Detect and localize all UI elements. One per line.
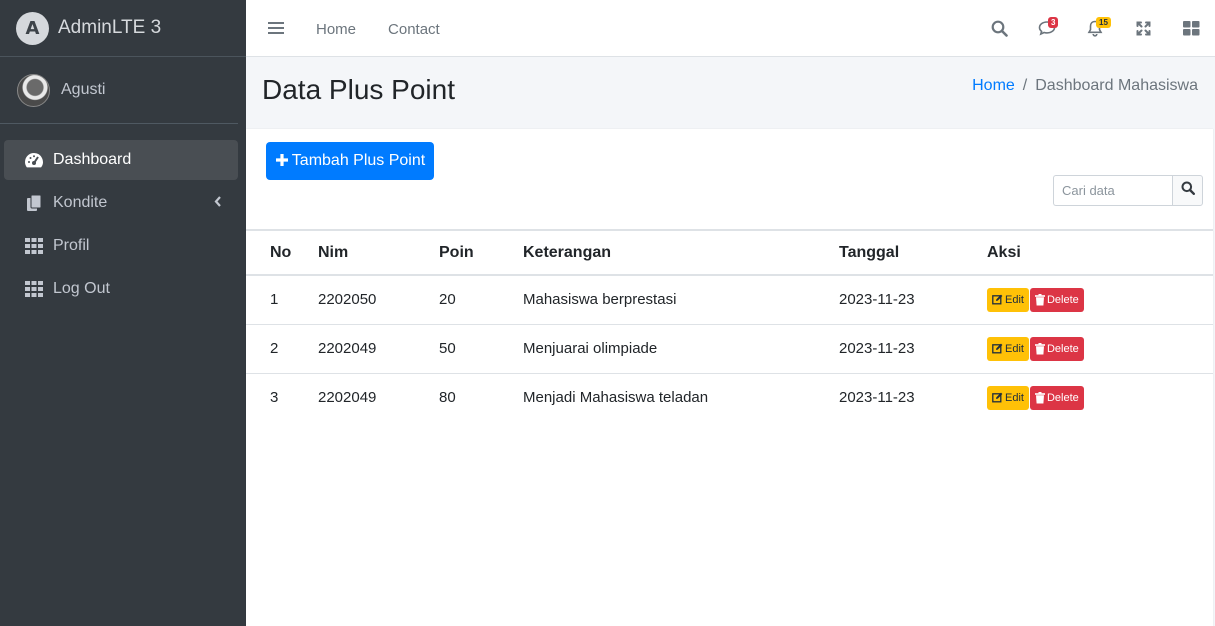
breadcrumb: Home / Dashboard Mahasiswa [972, 77, 1198, 95]
edit-button[interactable]: Edit [987, 287, 1029, 312]
breadcrumb-home-link[interactable]: Home [972, 77, 1015, 94]
add-button-label: Tambah Plus Point [291, 152, 426, 169]
cell-aksi: Edit Delete [987, 324, 1213, 373]
content-header: Data Plus Point Home / Dashboard Mahasiswa [246, 57, 1215, 129]
messages-icon[interactable]: 3 [1023, 0, 1071, 56]
search-icon[interactable] [975, 0, 1023, 56]
table-row: 1 2202050 20 Mahasiswa berprestasi 2023-… [246, 275, 1213, 324]
user-name: Agusti [61, 81, 106, 98]
edit-button[interactable]: Edit [987, 385, 1029, 410]
cell-tanggal: 2023-11-23 [839, 340, 915, 357]
sidebar-item-logout[interactable]: Log Out [4, 269, 238, 309]
brand-logo: A [16, 11, 49, 45]
notifications-badge: 15 [1096, 17, 1111, 28]
chevron-left-icon [214, 195, 222, 210]
tachometer-icon [24, 151, 44, 169]
cell-nim: 2202050 [318, 291, 377, 309]
delete-button[interactable]: Delete [1029, 287, 1084, 312]
page-title: Data Plus Point [262, 74, 455, 105]
cell-keterangan: Menjuarai olimpiade [523, 340, 658, 357]
trash-icon [1034, 342, 1045, 354]
brand-name: AdminLTE 3 [58, 17, 162, 38]
delete-label: Delete [1046, 293, 1079, 306]
column-header-nim: Nim [318, 243, 349, 261]
sidebar-item-profil[interactable]: Profil [4, 226, 238, 266]
trash-icon [1034, 391, 1045, 404]
cell-poin: 80 [439, 389, 456, 407]
sidebar-item-kondite[interactable]: Kondite [4, 183, 238, 223]
control-sidebar-icon[interactable] [1167, 0, 1215, 56]
brand-link[interactable]: A AdminLTE 3 [0, 0, 246, 57]
nav-link-contact[interactable]: Contact [388, 21, 440, 38]
edit-button[interactable]: Edit [987, 336, 1029, 361]
table-row: 3 2202049 80 Menjadi Mahasiswa teladan 2… [246, 373, 1213, 422]
sidebar-item-label: Log Out [53, 280, 110, 297]
breadcrumb-current: Dashboard Mahasiswa [1035, 77, 1198, 94]
data-card: Tambah Plus Point No Nim Poin Keterangan… [246, 129, 1213, 626]
top-navbar: Home Contact 3 15 [246, 0, 1215, 57]
search-icon [1181, 181, 1195, 200]
delete-label: Delete [1046, 342, 1079, 355]
navbar-right: 3 15 [975, 0, 1215, 56]
cell-keterangan: Mahasiswa berprestasi [523, 291, 677, 309]
cell-nim: 2202049 [318, 389, 377, 407]
sidebar-item-dashboard[interactable]: Dashboard [4, 140, 238, 180]
delete-label: Delete [1046, 391, 1079, 404]
edit-icon [992, 343, 1003, 354]
breadcrumb-separator: / [1022, 77, 1028, 94]
sidebar-item-label: Kondite [53, 194, 108, 211]
plus-icon [275, 151, 289, 171]
plus-point-table: No Nim Poin Keterangan Tanggal Aksi 1 22… [246, 229, 1213, 422]
table-header-row: No Nim Poin Keterangan Tanggal Aksi [246, 230, 1213, 275]
cell-tanggal: 2023-11-23 [839, 291, 915, 309]
edit-icon [992, 294, 1003, 305]
column-header-tanggal: Tanggal [839, 243, 900, 261]
edit-icon [992, 392, 1003, 403]
cell-poin: 20 [439, 291, 456, 309]
sidebar-nav: Dashboard Kondite Profil Log Out [0, 124, 246, 309]
cell-keterangan: Menjadi Mahasiswa teladan [523, 389, 709, 407]
user-panel[interactable]: Agusti [0, 57, 238, 124]
column-header-keterangan: Keterangan [523, 243, 612, 261]
messages-badge: 3 [1048, 17, 1059, 28]
cell-nim: 2202049 [318, 340, 377, 357]
fullscreen-icon[interactable] [1119, 0, 1167, 56]
column-header-no: No [270, 243, 292, 261]
add-plus-point-button[interactable]: Tambah Plus Point [266, 142, 434, 180]
delete-button[interactable]: Delete [1029, 336, 1084, 361]
cell-no: 2 [270, 340, 279, 357]
edit-label: Edit [1005, 293, 1024, 306]
cell-tanggal: 2023-11-23 [839, 389, 915, 407]
menu-toggle-icon[interactable] [268, 19, 284, 37]
th-icon [24, 280, 44, 298]
column-header-aksi: Aksi [987, 243, 1021, 261]
search-button[interactable] [1172, 175, 1203, 206]
cell-no: 3 [270, 389, 279, 407]
search-input[interactable] [1053, 175, 1172, 206]
nav-link-home[interactable]: Home [316, 21, 356, 38]
column-header-poin: Poin [439, 243, 474, 261]
sidebar-item-label: Dashboard [53, 151, 132, 168]
sidebar-item-label: Profil [53, 237, 90, 254]
cell-aksi: Edit Delete [987, 275, 1213, 324]
edit-label: Edit [1005, 342, 1024, 355]
main-sidebar: A AdminLTE 3 Agusti Dashboard Kondite Pr [0, 0, 246, 626]
trash-icon [1034, 293, 1045, 306]
search-group [1053, 175, 1203, 206]
bell-icon[interactable]: 15 [1071, 0, 1119, 56]
edit-label: Edit [1005, 391, 1024, 404]
cell-no: 1 [270, 291, 279, 309]
cell-poin: 50 [439, 340, 456, 357]
table-row: 2 2202049 50 Menjuarai olimpiade 2023-11… [246, 324, 1213, 373]
copy-icon [24, 194, 44, 212]
th-icon [24, 237, 44, 255]
delete-button[interactable]: Delete [1029, 385, 1084, 410]
cell-aksi: Edit Delete [987, 373, 1213, 422]
avatar [17, 73, 50, 107]
